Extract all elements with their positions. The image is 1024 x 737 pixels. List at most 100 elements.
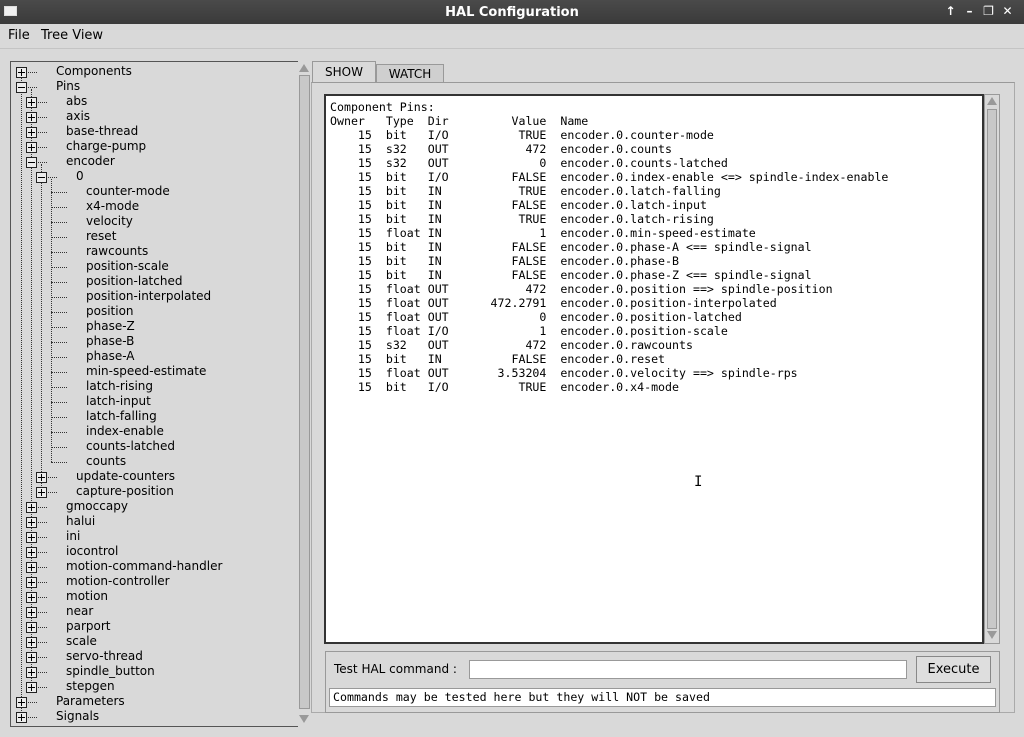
expand-icon[interactable] [26, 112, 37, 123]
tree-item[interactable]: motion [11, 589, 298, 604]
expand-icon[interactable] [16, 67, 27, 78]
tree-item[interactable]: encoder [11, 154, 298, 169]
execute-button[interactable]: Execute [916, 656, 991, 683]
tree-item[interactable]: servo-thread [11, 649, 298, 664]
expand-icon[interactable] [26, 577, 37, 588]
expand-icon[interactable] [26, 97, 37, 108]
tree-connector [51, 237, 67, 238]
tree-item[interactable]: latch-input [11, 394, 298, 409]
tree-item[interactable]: latch-falling [11, 409, 298, 424]
tree-scroll-thumb[interactable] [299, 75, 310, 709]
menu-tree-view[interactable]: Tree View [41, 28, 103, 43]
tree-item[interactable]: reset [11, 229, 298, 244]
tree-connector [51, 342, 67, 343]
tree-item[interactable]: base-thread [11, 124, 298, 139]
command-input[interactable] [469, 660, 907, 679]
tree-item[interactable]: position-interpolated [11, 289, 298, 304]
expand-icon[interactable] [26, 547, 37, 558]
tree-item-label: latch-falling [86, 409, 157, 423]
expand-icon[interactable] [36, 472, 47, 483]
expand-icon[interactable] [26, 562, 37, 573]
tree-item[interactable]: phase-B [11, 334, 298, 349]
tree-scrollbar[interactable] [298, 61, 311, 727]
expand-icon[interactable] [16, 697, 27, 708]
menu-file[interactable]: File [8, 28, 30, 43]
move-up-button[interactable]: ↑ [942, 3, 959, 20]
tree-item[interactable]: capture-position [11, 484, 298, 499]
tree-item[interactable]: x4-mode [11, 199, 298, 214]
tree-item[interactable]: position-scale [11, 259, 298, 274]
tree-item[interactable]: index-enable [11, 424, 298, 439]
expand-icon[interactable] [26, 127, 37, 138]
tree-item[interactable]: counter-mode [11, 184, 298, 199]
tree-item[interactable]: phase-Z [11, 319, 298, 334]
tree-item[interactable]: 0 [11, 169, 298, 184]
text-scroll-down-icon[interactable] [987, 631, 997, 639]
tree-item[interactable]: update-counters [11, 469, 298, 484]
tree-item[interactable]: scale [11, 634, 298, 649]
scroll-down-icon[interactable] [299, 715, 309, 723]
expand-icon[interactable] [26, 142, 37, 153]
collapse-icon[interactable] [26, 157, 37, 168]
tree-item[interactable]: Components [11, 64, 298, 79]
expand-icon[interactable] [26, 622, 37, 633]
pin-listing[interactable]: Component Pins: Owner Type Dir Value Name… [324, 94, 984, 644]
expand-icon[interactable] [26, 652, 37, 663]
tree-item[interactable]: spindle_button [11, 664, 298, 679]
tree-item[interactable]: stepgen [11, 679, 298, 694]
expand-icon[interactable] [36, 487, 47, 498]
pin-row: 15 float I/O 1 encoder.0.position-scale [330, 324, 728, 338]
tree-item[interactable]: axis [11, 109, 298, 124]
tree-item-label: phase-A [86, 349, 135, 363]
collapse-icon[interactable] [16, 82, 27, 93]
tree-item[interactable]: motion-controller [11, 574, 298, 589]
tree-item[interactable]: phase-A [11, 349, 298, 364]
tree-item[interactable]: halui [11, 514, 298, 529]
pin-row: 15 bit IN FALSE encoder.0.latch-input [330, 198, 707, 212]
tree-item[interactable]: counts [11, 454, 298, 469]
tree-item[interactable]: Pins [11, 79, 298, 94]
expand-icon[interactable] [26, 682, 37, 693]
expand-icon[interactable] [26, 592, 37, 603]
minimize-button[interactable]: – [961, 3, 978, 20]
expand-icon[interactable] [26, 532, 37, 543]
tree-connector [51, 372, 67, 373]
tab-show[interactable]: SHOW [312, 61, 376, 82]
tree-item[interactable]: parport [11, 619, 298, 634]
collapse-icon[interactable] [36, 172, 47, 183]
tree-item[interactable]: near [11, 604, 298, 619]
tree-item[interactable]: Parameters [11, 694, 298, 709]
expand-icon[interactable] [26, 667, 37, 678]
text-scroll-up-icon[interactable] [987, 97, 997, 105]
tree-item[interactable]: motion-command-handler [11, 559, 298, 574]
tree-item[interactable]: iocontrol [11, 544, 298, 559]
close-button[interactable]: ✕ [999, 3, 1016, 20]
scroll-up-icon[interactable] [299, 64, 309, 72]
tree-item[interactable]: charge-pump [11, 139, 298, 154]
tree-item[interactable]: rawcounts [11, 244, 298, 259]
tree-item[interactable]: gmoccapy [11, 499, 298, 514]
tree-item-label: Pins [56, 79, 81, 93]
tree-item[interactable]: latch-rising [11, 379, 298, 394]
text-scrollbar[interactable] [984, 94, 1000, 644]
tree-item[interactable]: counts-latched [11, 439, 298, 454]
tree-item[interactable]: abs [11, 94, 298, 109]
tree-item-label: spindle_button [66, 664, 155, 678]
tree-item[interactable]: Signals [11, 709, 298, 724]
expand-icon[interactable] [26, 607, 37, 618]
expand-icon[interactable] [26, 502, 37, 513]
maximize-button[interactable]: ❐ [980, 3, 997, 20]
text-scroll-thumb[interactable] [987, 109, 997, 629]
tree-item[interactable]: ini [11, 529, 298, 544]
expand-icon[interactable] [16, 712, 27, 723]
tree-item[interactable]: velocity [11, 214, 298, 229]
tree-item[interactable]: min-speed-estimate [11, 364, 298, 379]
tree-item-label: near [66, 604, 94, 618]
tree-view[interactable]: Components Pins abs axis base-thread charge-p… [10, 61, 299, 727]
tree-item-label: iocontrol [66, 544, 119, 558]
expand-icon[interactable] [26, 637, 37, 648]
tab-watch[interactable]: WATCH [376, 64, 444, 83]
expand-icon[interactable] [26, 517, 37, 528]
tree-item[interactable]: position [11, 304, 298, 319]
tree-item[interactable]: position-latched [11, 274, 298, 289]
